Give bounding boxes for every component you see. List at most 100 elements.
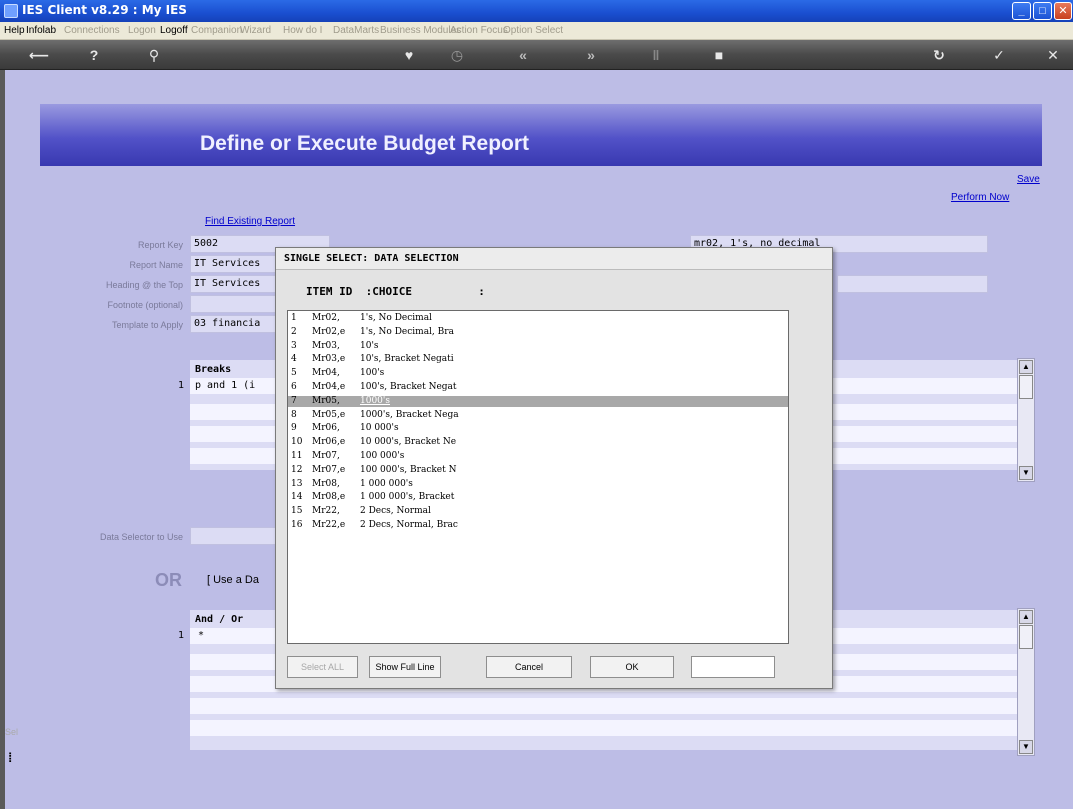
list-item-number: 10 <box>291 437 303 448</box>
list-item[interactable]: 12 Mr07,e 100 000's, Bracket N <box>288 465 788 476</box>
close-icon[interactable]: ✕ <box>1044 45 1062 65</box>
choice-header: :CHOICE <box>365 285 412 298</box>
list-item[interactable]: 5 Mr04, 100's <box>288 368 788 379</box>
list-item[interactable]: 1 Mr02, 1's, No Decimal <box>288 313 788 324</box>
andor-scrollbar[interactable]: ▲ ▼ <box>1017 608 1035 756</box>
breaks-header: Breaks <box>195 364 232 375</box>
find-existing-report-link[interactable]: Find Existing Report <box>205 216 295 227</box>
stop-icon[interactable]: ■ <box>710 45 728 65</box>
list-item-number: 11 <box>291 451 303 461</box>
andor-row[interactable] <box>190 720 1020 736</box>
menu-item-datamarts[interactable]: DataMarts <box>333 25 379 36</box>
template-label: Template to Apply <box>111 320 183 330</box>
menu-item-business-modules[interactable]: Business Modules <box>380 25 461 36</box>
help-icon[interactable]: ? <box>85 45 103 65</box>
scroll-down-icon[interactable]: ▼ <box>1019 740 1033 754</box>
list-item-choice: 1 000 000's, Bracket <box>360 492 455 503</box>
list-item-choice: 10 000's, Bracket Ne <box>360 437 457 448</box>
report-name-field[interactable]: IT Services <box>190 255 285 273</box>
heart-icon[interactable]: ♥ <box>400 45 418 65</box>
back-arrow-icon[interactable]: ⟵ <box>28 45 50 65</box>
pause-icon[interactable]: ‖ <box>647 45 665 65</box>
data-selector-label: Data Selector to Use <box>99 532 183 542</box>
menu-item-infolab[interactable]: Infolab <box>26 25 56 36</box>
heading-field[interactable]: IT Services <box>190 275 285 293</box>
list-item[interactable]: 4 Mr03,e 10's, Bracket Negati <box>288 354 788 365</box>
or-label: OR <box>155 570 182 590</box>
list-item[interactable]: 6 Mr04,e 100's, Bracket Negat <box>288 382 788 393</box>
menu-item-logoff[interactable]: Logoff <box>160 25 188 36</box>
save-link[interactable]: Save <box>1017 174 1040 185</box>
menu-item-action-focus[interactable]: Action Focus <box>450 25 508 36</box>
breaks-scrollbar[interactable]: ▲ ▼ <box>1017 358 1035 482</box>
cursor-icon: ⁞ <box>8 750 13 765</box>
list-item[interactable]: 8 Mr05,e 1000's, Bracket Nega <box>288 410 788 421</box>
scroll-up-icon[interactable]: ▲ <box>1019 360 1033 374</box>
maximize-button[interactable]: □ <box>1033 2 1052 20</box>
data-selector-field[interactable] <box>190 527 285 545</box>
selection-listbox[interactable]: 1 Mr02, 1's, No Decimal 2 Mr02,e 1's, No Deci… <box>287 310 789 644</box>
heading-label: Heading @ the Top <box>105 280 183 290</box>
search-icon[interactable]: ⚲ <box>145 45 163 65</box>
show-full-line-button[interactable]: Show Full Line <box>369 656 441 678</box>
list-item-id: Mr06, <box>312 423 340 434</box>
list-item[interactable]: 11 Mr07, 100 000's <box>288 451 788 462</box>
list-item[interactable]: 9 Mr06, 10 000's <box>288 423 788 434</box>
list-item-id: Mr02, <box>312 313 340 323</box>
app-icon <box>4 4 18 18</box>
menu-item-how-do-i[interactable]: How do I <box>283 25 322 36</box>
list-item-choice: 100 000's <box>360 451 405 461</box>
scroll-thumb[interactable] <box>1019 625 1033 649</box>
list-item[interactable]: 7 Mr05, 1000's <box>288 395 788 407</box>
menu-item-option-select[interactable]: Option Select <box>503 25 563 36</box>
list-item[interactable]: 14 Mr08,e 1 000 000's, Bracket <box>288 492 788 503</box>
check-icon[interactable]: ✓ <box>990 45 1008 65</box>
clock-icon[interactable]: ◷ <box>448 45 466 65</box>
list-item-number: 14 <box>291 492 303 503</box>
forward-icon[interactable]: » <box>580 45 602 65</box>
list-item-choice: 1000's, Bracket Nega <box>360 409 459 420</box>
list-item-choice: 100's <box>360 368 385 379</box>
scroll-thumb[interactable] <box>1019 375 1033 399</box>
heading-right-field[interactable] <box>837 275 988 293</box>
list-item-id: Mr04,e <box>312 382 346 392</box>
list-item-choice: 1 000 000's <box>360 478 413 489</box>
menu-item-wizard[interactable]: Wizard <box>240 25 271 36</box>
ok-button[interactable]: OK <box>590 656 674 678</box>
list-item[interactable]: 2 Mr02,e 1's, No Decimal, Bra <box>288 327 788 338</box>
list-item-number: 4 <box>291 354 297 365</box>
list-item[interactable]: 10 Mr06,e 10 000's, Bracket Ne <box>288 437 788 448</box>
list-item-number: 16 <box>291 520 303 530</box>
item-id-header: ITEM ID <box>306 285 353 298</box>
dialog-search-input[interactable] <box>691 656 775 678</box>
list-item-number: 2 <box>291 326 297 337</box>
close-window-button[interactable]: ✕ <box>1054 2 1072 20</box>
andor-row[interactable] <box>190 698 1020 714</box>
breaks-row-value: p and 1 (i <box>195 380 256 391</box>
list-item-number: 1 <box>291 313 297 323</box>
list-item[interactable]: 16 Mr22,e 2 Decs, Normal, Brac <box>288 520 788 531</box>
menu-item-logon[interactable]: Logon <box>128 25 156 36</box>
list-item-number: 3 <box>291 340 297 351</box>
list-item[interactable]: 13 Mr08, 1 000 000's <box>288 479 788 490</box>
perform-now-link[interactable]: Perform Now <box>951 192 1009 203</box>
select-all-button[interactable]: Select ALL <box>287 656 358 678</box>
minimize-button[interactable]: _ <box>1012 2 1031 20</box>
footnote-field[interactable] <box>190 295 285 313</box>
list-item-id: Mr07, <box>312 451 340 461</box>
scroll-down-icon[interactable]: ▼ <box>1019 466 1033 480</box>
list-item-number: 12 <box>291 464 303 475</box>
list-item-choice: 1's, No Decimal, Bra <box>360 326 454 337</box>
list-item[interactable]: 15 Mr22, 2 Decs, Normal <box>288 506 788 517</box>
rewind-icon[interactable]: « <box>512 45 534 65</box>
menu-item-connections[interactable]: Connections <box>64 25 120 36</box>
list-item[interactable]: 3 Mr03, 10's <box>288 341 788 352</box>
cancel-button[interactable]: Cancel <box>486 656 572 678</box>
refresh-icon[interactable]: ↻ <box>930 45 948 65</box>
menu-item-companion[interactable]: Companion <box>191 25 242 36</box>
menu-item-help[interactable]: Help <box>4 25 25 36</box>
scroll-up-icon[interactable]: ▲ <box>1019 610 1033 624</box>
list-item-choice: 100's, Bracket Negat <box>360 382 457 392</box>
list-item-id: Mr04, <box>312 368 340 379</box>
template-field[interactable]: 03 financia <box>190 315 285 333</box>
